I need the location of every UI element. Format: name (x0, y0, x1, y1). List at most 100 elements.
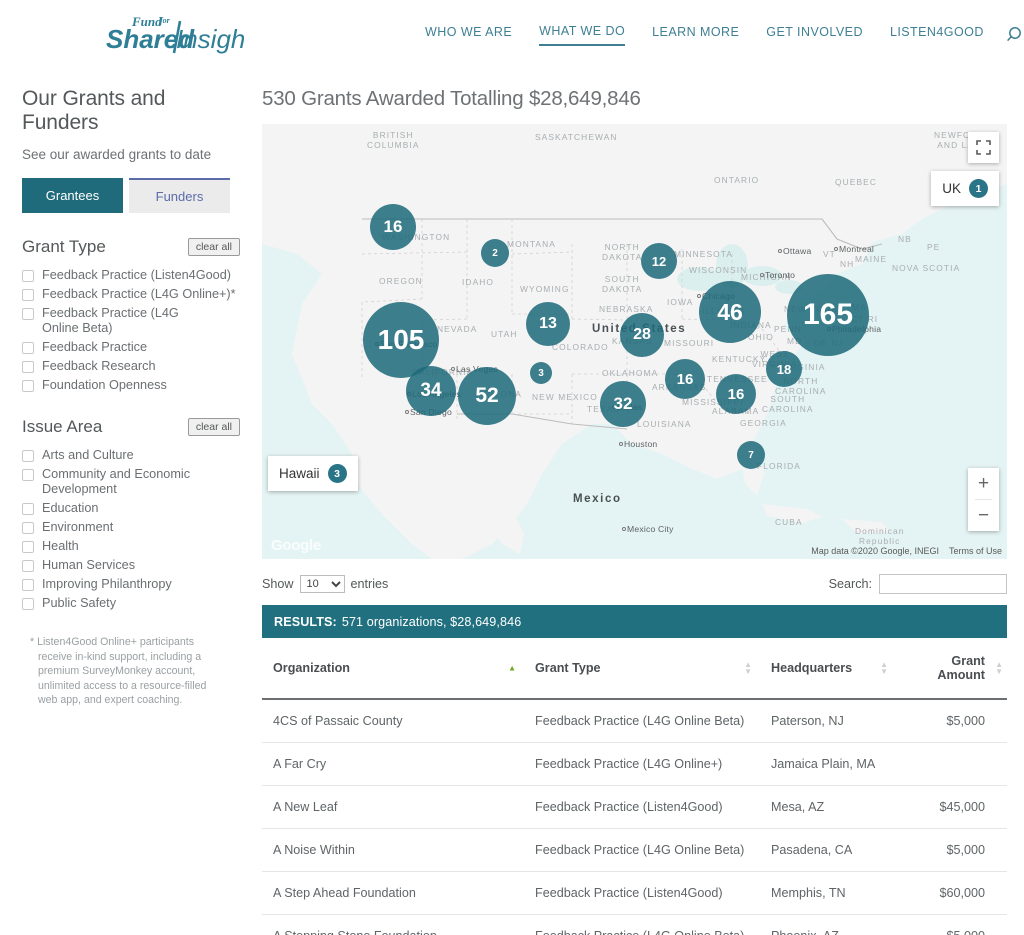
column-header-headquarters[interactable]: Headquarters ▲ ▼ (760, 638, 896, 700)
map-attribution: Map data ©2020 Google, INEGI Terms of Us… (811, 546, 1002, 556)
filter-issue-area-2[interactable]: Education (22, 499, 240, 518)
checkbox-icon[interactable] (22, 560, 34, 572)
checkbox-icon[interactable] (22, 541, 34, 553)
map-badge-uk[interactable]: UK 1 (931, 171, 999, 206)
column-header-grant-amount[interactable]: Grant Amount ▲ ▼ (896, 638, 1007, 700)
map-bubble-2-1[interactable]: 2 (481, 239, 509, 267)
nav-item-listen4good[interactable]: LISTEN4GOOD (890, 25, 984, 45)
logo-insight-text: Insight (176, 24, 244, 54)
terms-of-use-link[interactable]: Terms of Use (949, 546, 1002, 556)
filter-grant-type-1[interactable]: Feedback Practice (L4G Online+)* (22, 285, 240, 304)
nav-item-get-involved[interactable]: GET INVOLVED (766, 25, 863, 45)
filter-issue-area-3[interactable]: Environment (22, 518, 240, 537)
map-fullscreen-button[interactable] (968, 132, 999, 163)
map-bubble-3-9[interactable]: 3 (530, 362, 552, 384)
grants-table: Organization ▲ Grant Type ▲ ▼ Headquarter… (262, 638, 1007, 935)
search-icon[interactable] (1005, 26, 1023, 44)
filter-issue-area-1[interactable]: Community and Economic Development (22, 465, 240, 499)
map-bubble-34-10[interactable]: 34 (406, 366, 456, 416)
filter-grant-type-3[interactable]: Feedback Practice (22, 338, 240, 357)
checkbox-icon[interactable] (22, 361, 34, 373)
nav-item-what-we-do[interactable]: WHAT WE DO (539, 24, 626, 46)
entries-label: entries (350, 577, 389, 591)
table-row[interactable]: A Step Ahead Foundation Feedback Practice… (262, 871, 1007, 915)
map-bubble-16-12[interactable]: 16 (665, 359, 705, 399)
checkbox-icon[interactable] (22, 503, 34, 515)
tab-funders[interactable]: Funders (129, 178, 230, 213)
site-logo[interactable]: Fund for Shared Insight (104, 9, 244, 57)
map-bubble-165-6[interactable]: 165 (787, 274, 869, 356)
table-row[interactable]: A Noise Within Feedback Practice (L4G Onl… (262, 828, 1007, 872)
checkbox-icon[interactable] (22, 270, 34, 282)
nav-item-learn-more[interactable]: LEARN MORE (652, 25, 739, 45)
tab-grantees[interactable]: Grantees (22, 178, 123, 213)
map-bubble-13-4[interactable]: 13 (526, 302, 570, 346)
table-row[interactable]: A New Leaf Feedback Practice (Listen4Good… (262, 785, 1007, 829)
map-zoom-in-button[interactable]: + (968, 468, 999, 499)
checkbox-icon[interactable] (22, 522, 34, 534)
site-header: Fund for Shared Insight WHO WE ARE WHAT … (0, 0, 1024, 67)
checkbox-icon[interactable] (22, 450, 34, 462)
map-bubble-32-14[interactable]: 32 (600, 381, 646, 427)
filter-label: Feedback Research (42, 359, 156, 373)
issue-area-clear-all-button[interactable]: clear all (187, 418, 240, 436)
grant-type-header: Grant Type clear all (22, 237, 240, 257)
table-row[interactable]: 4CS of Passaic County Feedback Practice (… (262, 698, 1007, 743)
map-bubble-52-11[interactable]: 52 (458, 367, 516, 425)
filter-grant-type-2[interactable]: Feedback Practice (L4G Online Beta) (22, 304, 240, 338)
sidebar-subtitle: See our awarded grants to date (22, 147, 212, 162)
column-header-grant-type[interactable]: Grant Type ▲ ▼ (524, 638, 760, 700)
page-size-select[interactable]: 102550100 (299, 575, 345, 593)
cell-organization: 4CS of Passaic County (262, 698, 524, 743)
filter-grant-type-5[interactable]: Foundation Openness (22, 376, 240, 395)
checkbox-icon[interactable] (22, 598, 34, 610)
filter-label: Health (42, 539, 79, 553)
filter-grant-type-0[interactable]: Feedback Practice (Listen4Good) (22, 266, 240, 285)
map-city-dot (405, 410, 409, 414)
filter-label: Feedback Practice (42, 340, 148, 354)
column-label: Grant Amount (937, 654, 985, 682)
map-bubble-46-5[interactable]: 46 (699, 281, 761, 343)
table-controls: Show 102550100 entries Search: (262, 574, 1007, 594)
grant-type-clear-all-button[interactable]: clear all (187, 238, 240, 256)
table-search-control: Search: (829, 574, 1007, 594)
column-label: Grant Type (535, 661, 601, 675)
nav-item-who-we-are[interactable]: WHO WE ARE (425, 25, 512, 45)
search-input[interactable] (879, 574, 1007, 594)
filter-issue-area-0[interactable]: Arts and Culture (22, 446, 240, 465)
map-zoom-out-button[interactable]: − (968, 500, 999, 531)
map-bubble-16-13[interactable]: 16 (716, 374, 756, 414)
grants-map[interactable]: BRITISH COLUMBIA SASKATCHEWAN ONTARIO QUEBE… (262, 124, 1007, 559)
map-badge-hawaii[interactable]: Hawaii 3 (268, 456, 358, 491)
cell-amount: $5,000 (896, 828, 1007, 872)
map-bubble-12-2[interactable]: 12 (641, 243, 677, 279)
filter-issue-area-6[interactable]: Improving Philanthropy (22, 575, 240, 594)
badge-name: Hawaii (279, 466, 320, 481)
filter-issue-area-7[interactable]: Public Safety (22, 594, 240, 613)
sort-indicator-ascending: ▲ (508, 663, 516, 673)
results-text: 571 organizations, $28,649,846 (341, 614, 522, 629)
checkbox-icon[interactable] (22, 469, 34, 481)
checkbox-icon[interactable] (22, 289, 34, 301)
map-city-dot (697, 294, 701, 298)
table-row[interactable]: A Far Cry Feedback Practice (L4G Online+)… (262, 742, 1007, 786)
checkbox-icon[interactable] (22, 342, 34, 354)
cell-amount: $5,000 (896, 698, 1007, 743)
filter-label: Feedback Practice (Listen4Good) (42, 268, 231, 282)
map-bubble-7-15[interactable]: 7 (737, 441, 765, 469)
filter-issue-area-5[interactable]: Human Services (22, 556, 240, 575)
map-bubble-18-8[interactable]: 18 (766, 351, 802, 387)
filter-issue-area-4[interactable]: Health (22, 537, 240, 556)
checkbox-icon[interactable] (22, 380, 34, 392)
checkbox-icon[interactable] (22, 308, 34, 320)
table-row[interactable]: A Stepping Stone FoundationFeedback Prac… (262, 914, 1007, 935)
column-label: Organization (273, 661, 350, 675)
filter-grant-type-4[interactable]: Feedback Research (22, 357, 240, 376)
map-bubble-28-7[interactable]: 28 (620, 313, 664, 357)
map-city-dot (622, 527, 626, 531)
map-bubble-16-0[interactable]: 16 (370, 204, 416, 250)
column-header-organization[interactable]: Organization ▲ (262, 638, 524, 700)
map-city-dot (778, 249, 782, 253)
checkbox-icon[interactable] (22, 579, 34, 591)
column-label: Headquarters (771, 661, 853, 675)
